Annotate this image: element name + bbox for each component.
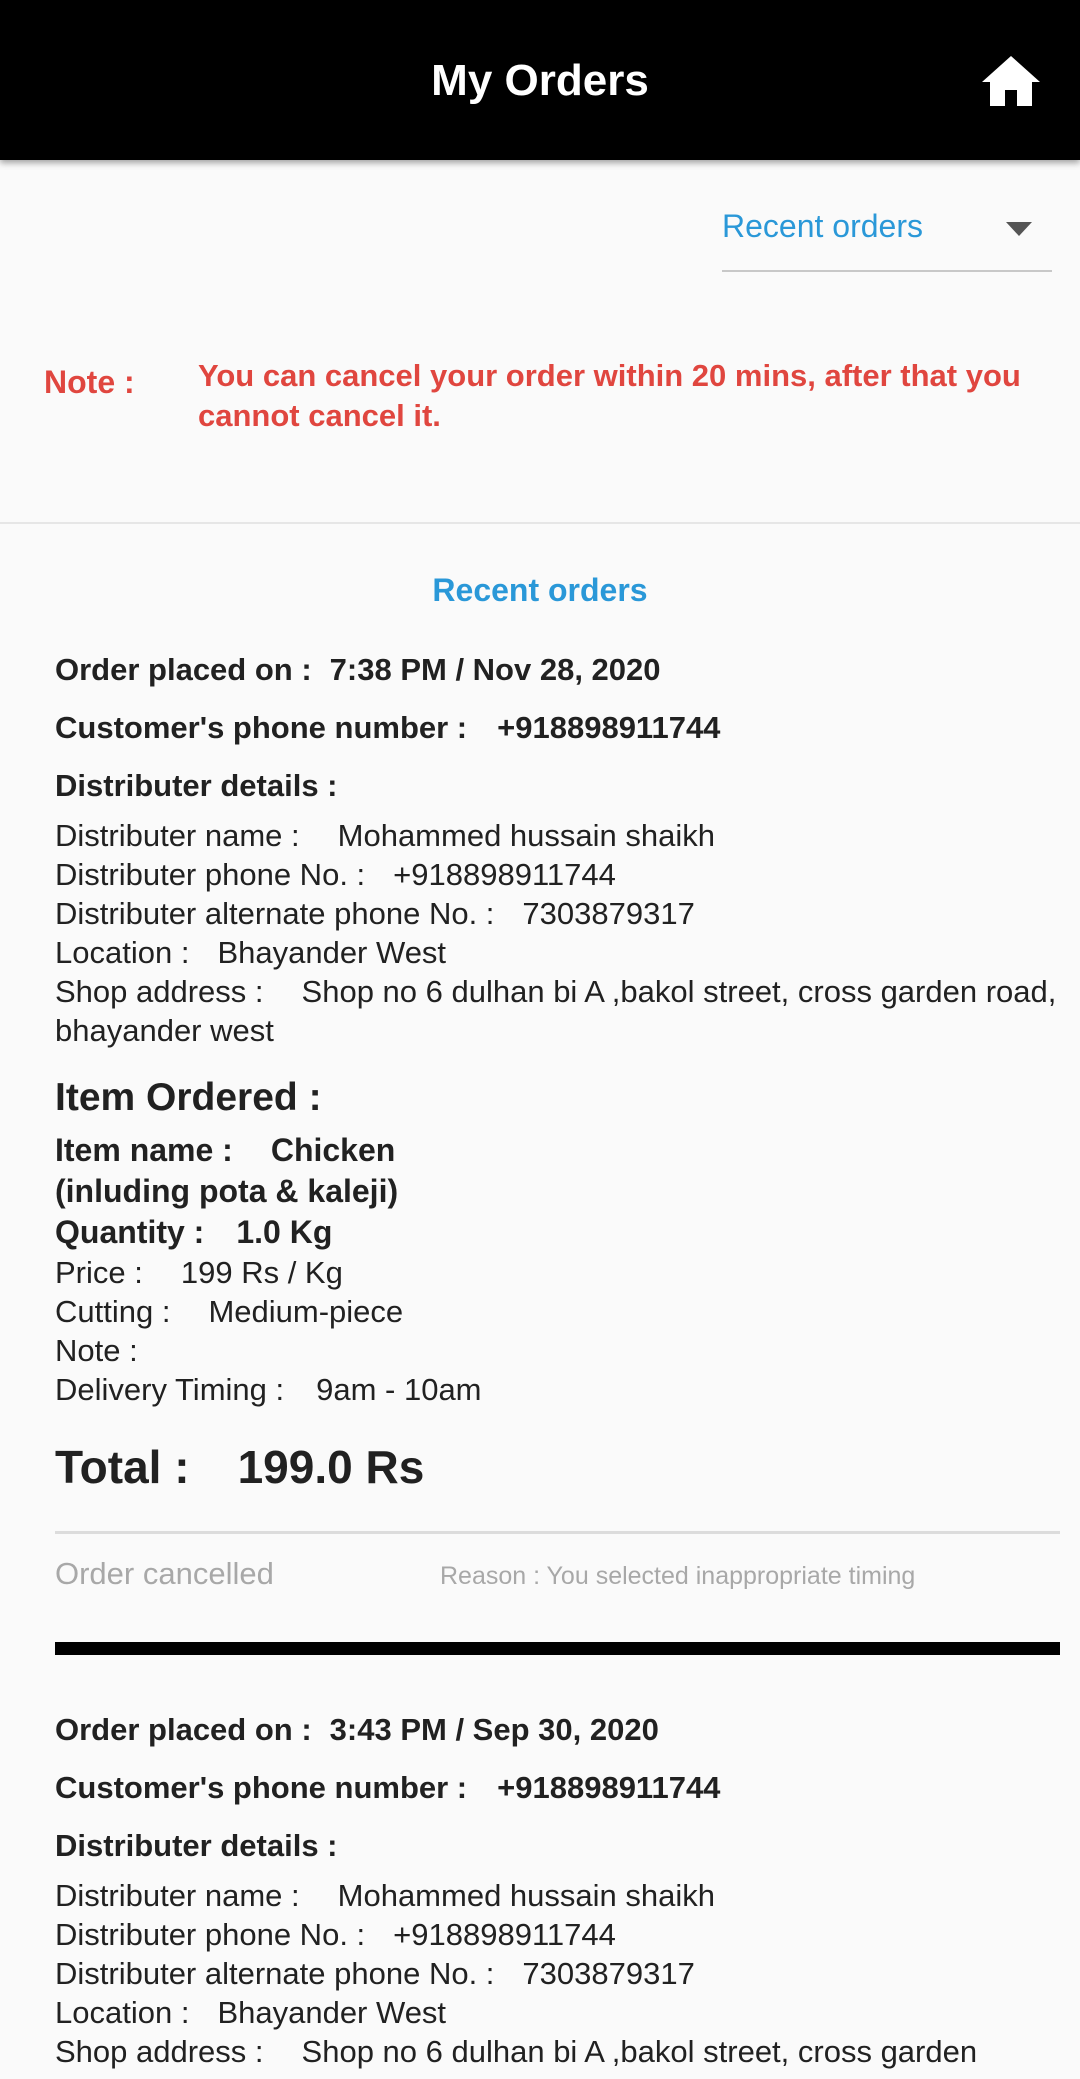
cutting-label: Cutting : — [55, 1294, 171, 1329]
location-row: Location : Bhayander West — [55, 1993, 1060, 2032]
customer-phone-value: +918898911744 — [497, 710, 721, 745]
home-button[interactable] — [980, 52, 1042, 108]
order-placed-row: Order placed on : 7:38 PM / Nov 28, 2020 — [55, 650, 1060, 690]
total-label: Total : — [55, 1441, 190, 1493]
quantity-label: Quantity : — [55, 1214, 205, 1250]
distributer-details: Distributer name : Mohammed hussain shaik… — [55, 816, 1060, 1050]
delivery-timing-row: Delivery Timing : 9am - 10am — [55, 1370, 1060, 1409]
distributer-name-label: Distributer name : — [55, 818, 300, 853]
cancel-note-text: You can cancel your order within 20 mins… — [198, 358, 1021, 433]
app-bar: My Orders — [0, 0, 1080, 160]
distributer-phone-value: +918898911744 — [393, 857, 616, 892]
quantity-value: 1.0 Kg — [236, 1214, 333, 1250]
note-label: Note : — [44, 364, 135, 400]
location-label: Location : — [55, 1995, 190, 2030]
cancel-reason: Reason : You selected inappropriate timi… — [440, 1562, 916, 1590]
order-placed-label: Order placed on : — [55, 652, 312, 687]
caret-down-icon — [1006, 222, 1032, 236]
price-row: Price : 199 Rs / Kg — [55, 1253, 1060, 1292]
customer-phone-label: Customer's phone number : — [55, 710, 468, 745]
distributer-phone-value: +918898911744 — [393, 1917, 616, 1952]
cutting-row: Cutting : Medium-piece — [55, 1292, 1060, 1331]
order-status-row: Order cancelled Reason : You selected in… — [55, 1534, 1060, 1622]
total-value: 199.0 Rs — [237, 1441, 425, 1493]
customer-phone-row: Customer's phone number : +918898911744 — [55, 708, 1060, 748]
distributer-alt-phone-label: Distributer alternate phone No. : — [55, 896, 495, 931]
distributer-details: Distributer name : Mohammed hussain shaik… — [55, 1876, 1060, 2071]
distributer-details-heading: Distributer details : — [55, 768, 338, 803]
home-icon — [982, 56, 1040, 106]
item-note-label: Note : — [55, 1333, 138, 1368]
total-row: Total : 199.0 Rs — [55, 1439, 1060, 1495]
order-separator — [55, 1642, 1060, 1655]
order-status: Order cancelled — [55, 1556, 274, 1591]
location-row: Location : Bhayander West — [55, 933, 1060, 972]
order-placed-value: 7:38 PM / Nov 28, 2020 — [329, 652, 661, 687]
distributer-phone-label: Distributer phone No. : — [55, 857, 366, 892]
dropdown-selected-value: Recent orders — [722, 208, 923, 244]
item-name-row: Item name : Chicken (inluding pota & kale… — [55, 1130, 435, 1212]
order-placed-label: Order placed on : — [55, 1712, 312, 1747]
location-label: Location : — [55, 935, 190, 970]
shop-address-label: Shop address : — [55, 2034, 264, 2069]
location-value: Bhayander West — [217, 935, 447, 970]
distributer-details-heading: Distributer details : — [55, 1828, 338, 1863]
distributer-phone-row: Distributer phone No. : +918898911744 — [55, 855, 1060, 894]
distributer-name-row: Distributer name : Mohammed hussain shaik… — [55, 1876, 1060, 1915]
distributer-name-label: Distributer name : — [55, 1878, 300, 1913]
price-label: Price : — [55, 1255, 143, 1290]
location-value: Bhayander West — [217, 1995, 447, 2030]
distributer-name-value: Mohammed hussain shaikh — [337, 818, 715, 853]
delivery-timing-label: Delivery Timing : — [55, 1372, 285, 1407]
customer-phone-label: Customer's phone number : — [55, 1770, 468, 1805]
price-value: 199 Rs / Kg — [180, 1255, 343, 1290]
distributer-alt-phone-row: Distributer alternate phone No. : 7303879… — [55, 894, 1060, 933]
distributer-alt-phone-label: Distributer alternate phone No. : — [55, 1956, 495, 1991]
divider — [0, 522, 1080, 524]
item-note-row: Note : — [55, 1331, 1060, 1370]
item-ordered-heading: Item Ordered : — [55, 1076, 322, 1119]
distributer-alt-phone-row: Distributer alternate phone No. : 7303879… — [55, 1954, 1060, 1993]
delivery-timing-value: 9am - 10am — [316, 1372, 482, 1407]
customer-phone-row: Customer's phone number : +918898911744 — [55, 1768, 1060, 1808]
quantity-row: Quantity : 1.0 Kg — [55, 1212, 1060, 1253]
distributer-alt-phone-value: 7303879317 — [522, 1956, 695, 1991]
shop-address-value: Shop no 6 dulhan bi A ,bakol street, cro… — [301, 2034, 978, 2069]
order-placed-row: Order placed on : 3:43 PM / Sep 30, 2020 — [55, 1710, 1060, 1750]
item-name-label: Item name : — [55, 1132, 233, 1168]
shop-address-label: Shop address : — [55, 974, 264, 1009]
item-details: Price : 199 Rs / Kg Cutting : Medium-piece… — [55, 1253, 1060, 1409]
distributer-name-row: Distributer name : Mohammed hussain shaik… — [55, 816, 1060, 855]
distributer-alt-phone-value: 7303879317 — [522, 896, 695, 931]
distributer-phone-row: Distributer phone No. : +918898911744 — [55, 1915, 1060, 1954]
order-card: Order placed on :7:38 PM / Nov 28, 2020 … — [55, 650, 1060, 1655]
orders-filter-dropdown[interactable]: Recent orders — [722, 200, 1052, 272]
shop-address-row: Shop address : Shop no 6 dulhan bi A ,bak… — [55, 972, 1060, 1050]
shop-address-row: Shop address : Shop no 6 dulhan bi A ,bak… — [55, 2032, 1060, 2071]
customer-phone-value: +918898911744 — [497, 1770, 721, 1805]
page-title: My Orders — [431, 56, 649, 105]
order-card: Order placed on :3:43 PM / Sep 30, 2020 … — [55, 1710, 1060, 2071]
distributer-name-value: Mohammed hussain shaikh — [337, 1878, 715, 1913]
order-placed-value: 3:43 PM / Sep 30, 2020 — [329, 1712, 659, 1747]
distributer-phone-label: Distributer phone No. : — [55, 1917, 366, 1952]
section-title: Recent orders — [432, 572, 648, 608]
cutting-value: Medium-piece — [208, 1294, 404, 1329]
